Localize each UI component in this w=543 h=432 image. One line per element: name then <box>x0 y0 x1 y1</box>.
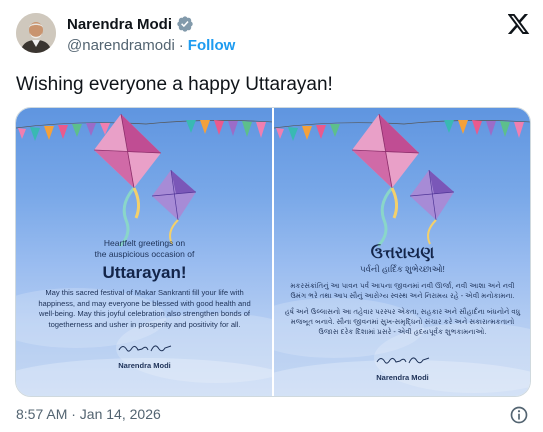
tweet-text: Wishing everyone a happy Uttarayan! <box>16 74 333 95</box>
signature-block: Narendra Modi <box>274 352 530 382</box>
greeting-line-1: Heartfelt greetings on <box>103 238 186 248</box>
avatar[interactable] <box>16 13 56 53</box>
gujarati-paragraph-1: મકરસંક્રાંતિનું આ પાવન પર્વ આપના જીવનમાં… <box>290 281 515 300</box>
tweet-header: Narendra Modi @narendramodi · Follow <box>0 0 543 62</box>
separator-dot: · <box>178 36 184 54</box>
gujarati-message: મકરસંક્રાંતિનું આ પાવન પર્વ આપના જીવનમાં… <box>274 281 530 337</box>
signature-name: Narendra Modi <box>376 373 429 382</box>
signature-handwriting <box>376 357 429 364</box>
greeting-line-2: the auspicious occasion of <box>94 249 195 259</box>
gujarati-title: ઉત્તરાયણ <box>370 245 435 262</box>
signature-block: Narendra Modi <box>16 340 272 370</box>
signature-handwriting <box>118 345 171 352</box>
media-image-gujarati[interactable]: ઉત્તરાયણ પર્વની હાર્દિક શુભેચ્છાઓ! મકરસં… <box>274 108 530 396</box>
tweet-timestamp[interactable]: 8:57 AM · Jan 14, 2026 <box>16 406 161 422</box>
author-block: Narendra Modi @narendramodi · Follow <box>67 14 235 56</box>
gujarati-paragraph-2: હર્ષ અને ઉલ્લાસનો આ તહેવાર પરસ્પર એકતા, … <box>284 307 521 336</box>
verified-badge-icon <box>177 16 193 32</box>
follow-button[interactable]: Follow <box>188 37 236 54</box>
gujarati-subtitle: પર્વની હાર્દિક શુભેચ્છાઓ! <box>360 264 445 274</box>
media-grid[interactable]: Heartfelt greetings on the auspicious oc… <box>15 107 531 397</box>
english-message: May this sacred festival of Makar Sankra… <box>38 288 251 329</box>
media-image-english[interactable]: Heartfelt greetings on the auspicious oc… <box>16 108 272 396</box>
info-icon[interactable] <box>509 405 529 425</box>
english-title: Uttarayan! <box>102 263 187 282</box>
author-handle[interactable]: @narendramodi <box>67 37 175 54</box>
x-logo-icon[interactable] <box>508 14 530 34</box>
signature-name: Narendra Modi <box>118 361 171 370</box>
author-name[interactable]: Narendra Modi <box>67 16 172 33</box>
